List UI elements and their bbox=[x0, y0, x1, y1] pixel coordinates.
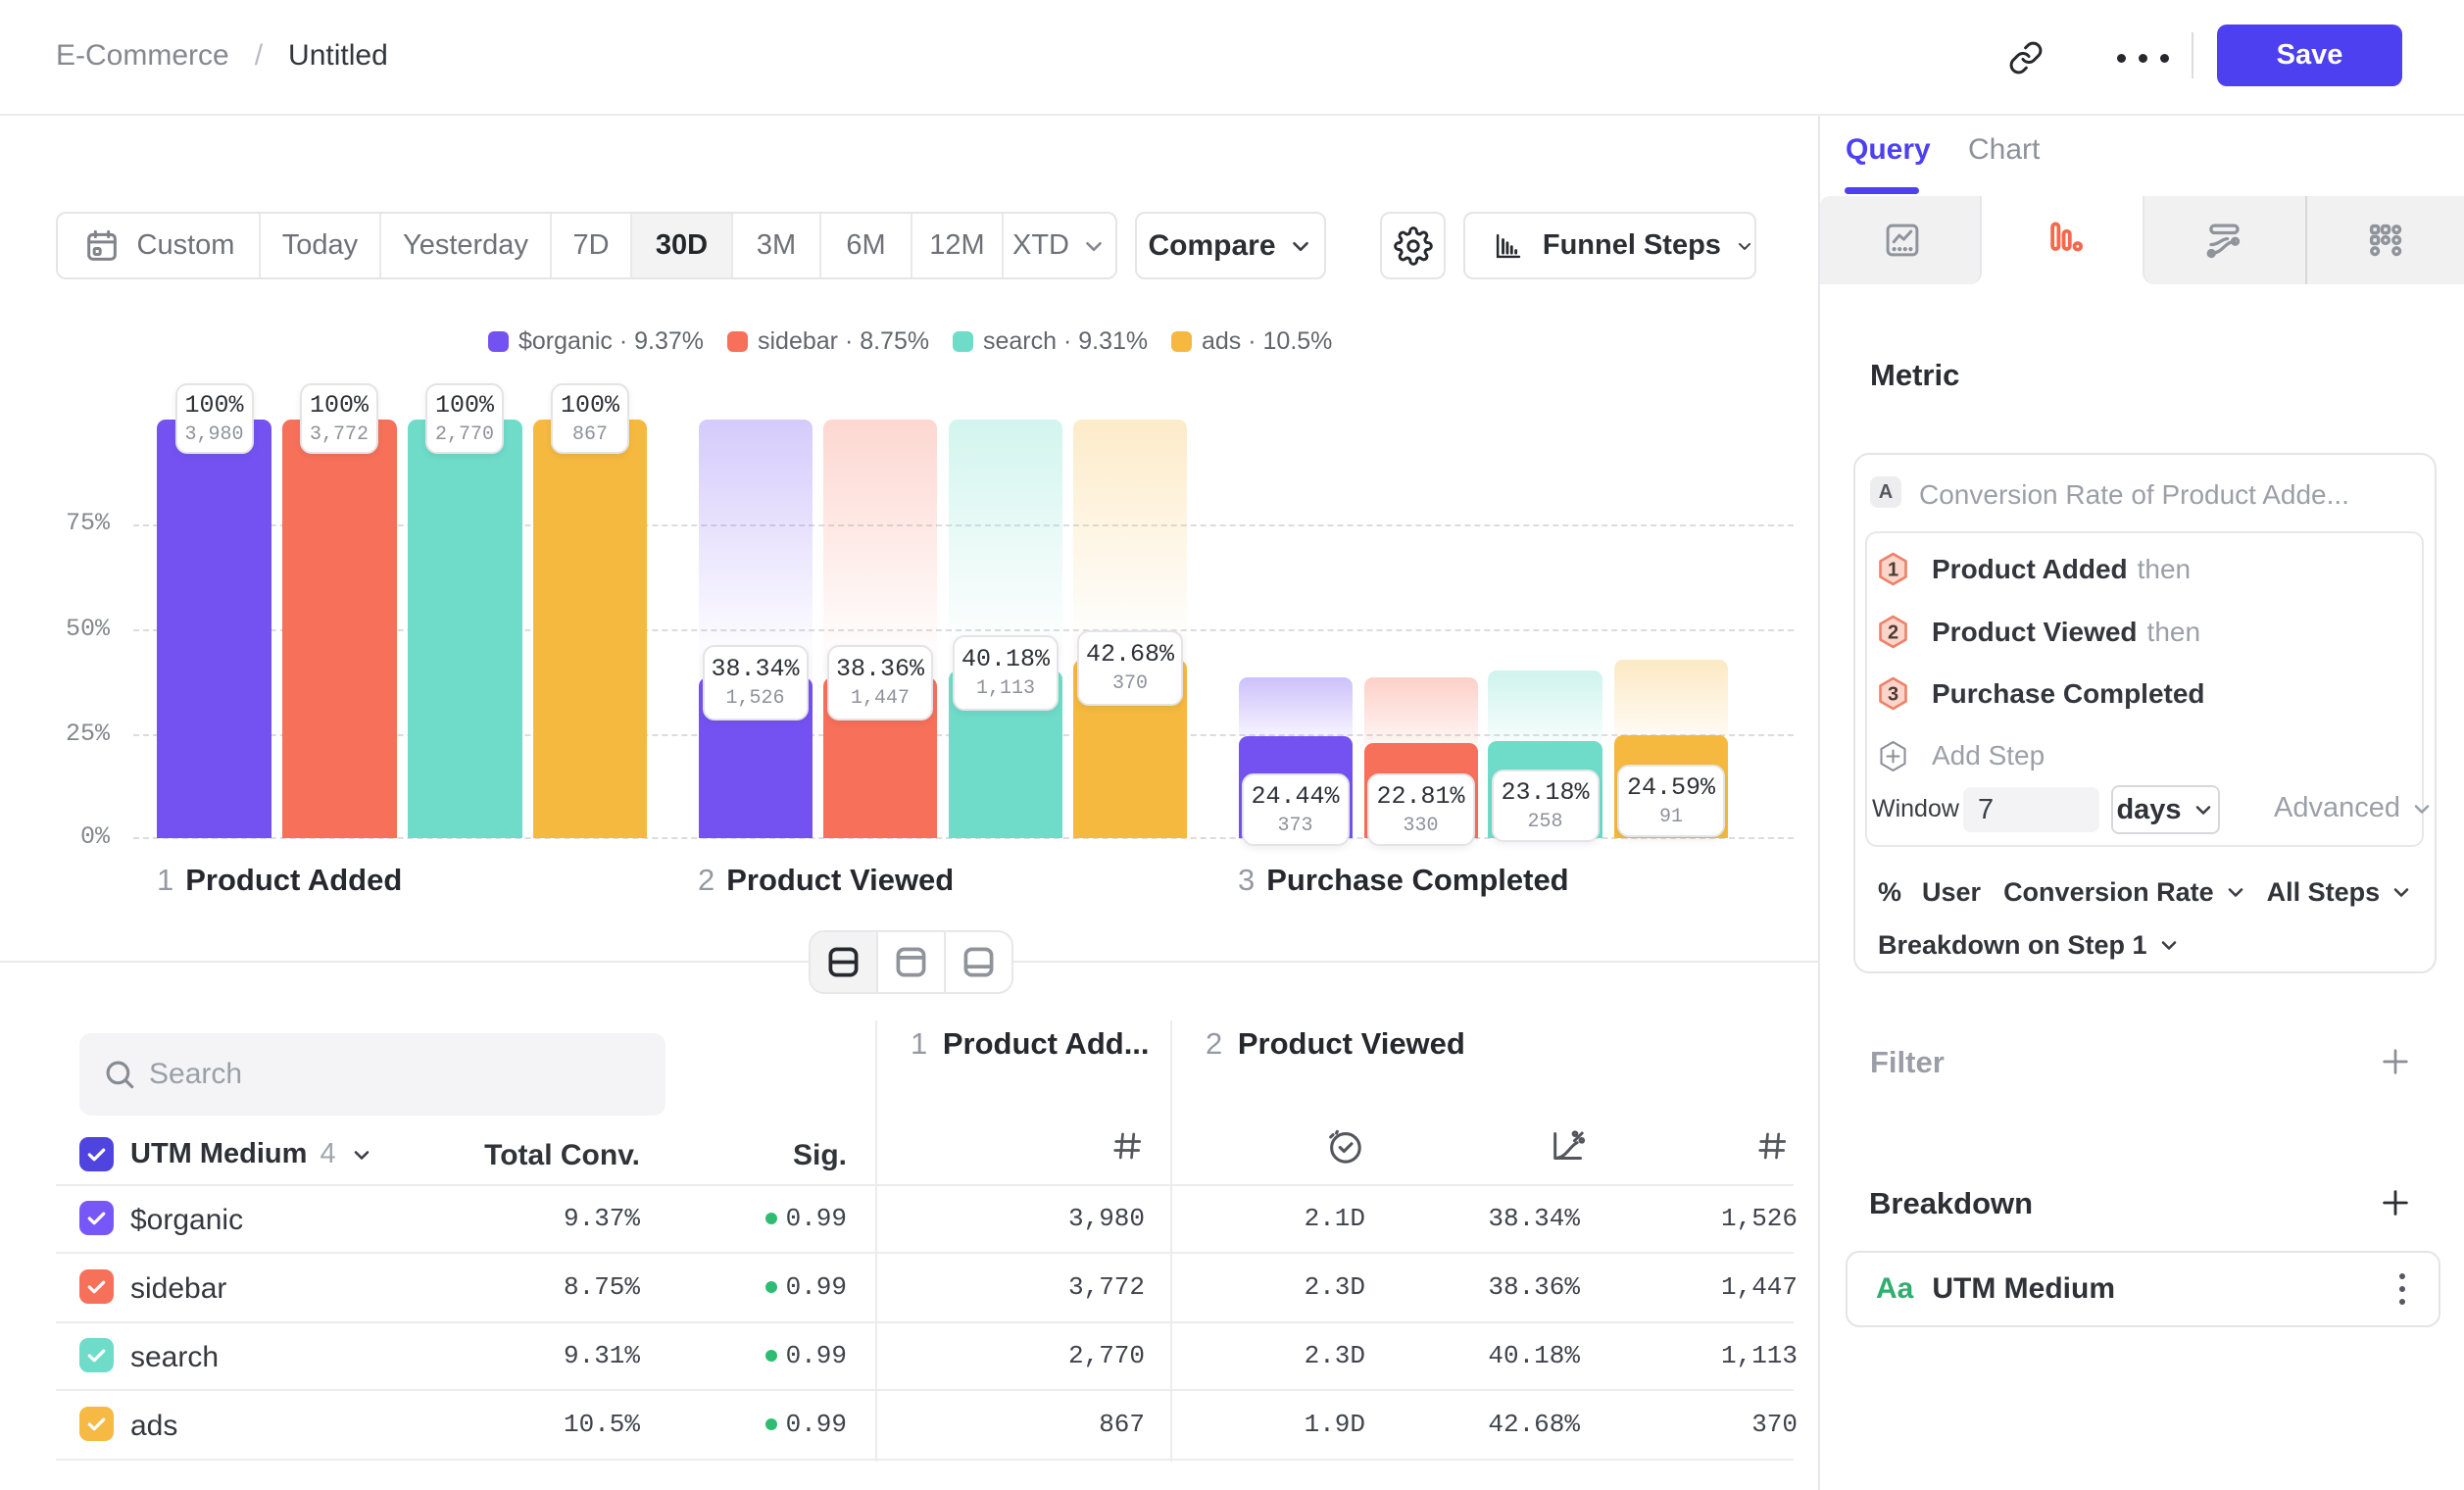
svg-text:2: 2 bbox=[1888, 622, 1898, 644]
svg-text:3: 3 bbox=[1888, 684, 1898, 706]
svg-text:1: 1 bbox=[1888, 560, 1898, 581]
